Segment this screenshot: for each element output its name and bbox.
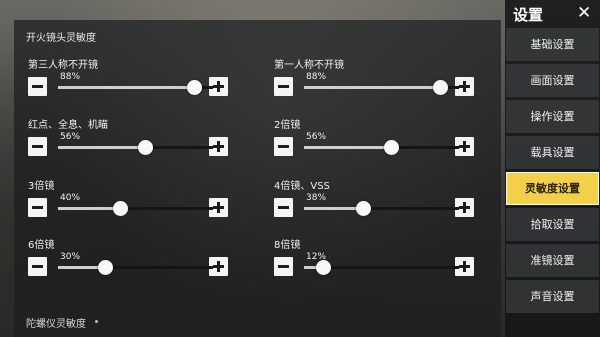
sidebar-item[interactable]: 声音设置 [506,280,599,313]
sidebar-title: 设置 [513,6,544,24]
slider-fill [58,146,145,149]
slider-value: 56% [60,132,81,142]
slider-knob[interactable] [113,201,128,216]
minus-button[interactable] [28,257,47,276]
minus-button[interactable] [274,198,293,217]
slider-value: 12% [306,252,327,262]
slider-label: 2倍镜 [274,120,301,131]
slider-knob[interactable] [315,260,331,275]
minus-button[interactable] [28,198,47,217]
slider-fill [304,146,391,149]
slider-label: 3倍镜 [28,181,55,192]
slider-track[interactable] [58,140,213,155]
slider-knob[interactable] [355,201,371,216]
close-icon[interactable]: ✕ [577,3,591,23]
sidebar-item[interactable]: 准镜设置 [506,244,599,277]
minus-button[interactable] [28,77,47,96]
slider-label: 6倍镜 [28,240,55,251]
sidebar-item[interactable]: 灵敏度设置 [506,172,599,205]
minus-button[interactable] [274,137,293,156]
gyro-section-title: 陀螺仪灵敏度 [26,319,86,330]
slider-value: 88% [60,72,81,82]
slider-track[interactable] [58,201,213,216]
slider-track[interactable] [58,80,213,95]
slider-track[interactable] [304,201,459,216]
section-title: 开火镜头灵敏度 [26,33,96,44]
slider-label: 8倍镜 [274,240,301,251]
slider-value: 88% [306,72,327,82]
slider-value: 40% [60,193,81,203]
sidebar-item[interactable]: 画面设置 [506,64,599,97]
sidebar-item[interactable]: 操作设置 [506,100,599,133]
sidebar-item[interactable]: 基础设置 [506,28,599,61]
slider-value: 30% [60,252,81,262]
slider-value: 56% [306,132,327,142]
bottom-dot [95,320,98,323]
slider-track[interactable] [58,260,213,275]
slider-fill [58,86,195,89]
minus-button[interactable] [274,257,293,276]
minus-button[interactable] [274,77,293,96]
slider-track[interactable] [304,140,459,155]
minus-button[interactable] [28,137,47,156]
slider-label: 红点、全息、机瞄 [28,120,108,131]
slider-fill [304,86,441,89]
slider-fill [304,207,363,210]
slider-label: 第三人称不开镜 [28,60,98,71]
slider-knob[interactable] [137,140,153,155]
slider-track[interactable] [304,260,459,275]
slider-track[interactable] [304,80,459,95]
slider-value: 38% [306,193,327,203]
slider-label: 第一人称不开镜 [274,60,344,71]
slider-knob[interactable] [383,140,399,155]
slider-knob[interactable] [97,260,113,275]
sidebar-item[interactable]: 拾取设置 [506,208,599,241]
slider-fill [58,207,120,210]
slider-label: 4倍镜、VSS [274,181,330,192]
sidebar-item[interactable]: 载具设置 [506,136,599,169]
